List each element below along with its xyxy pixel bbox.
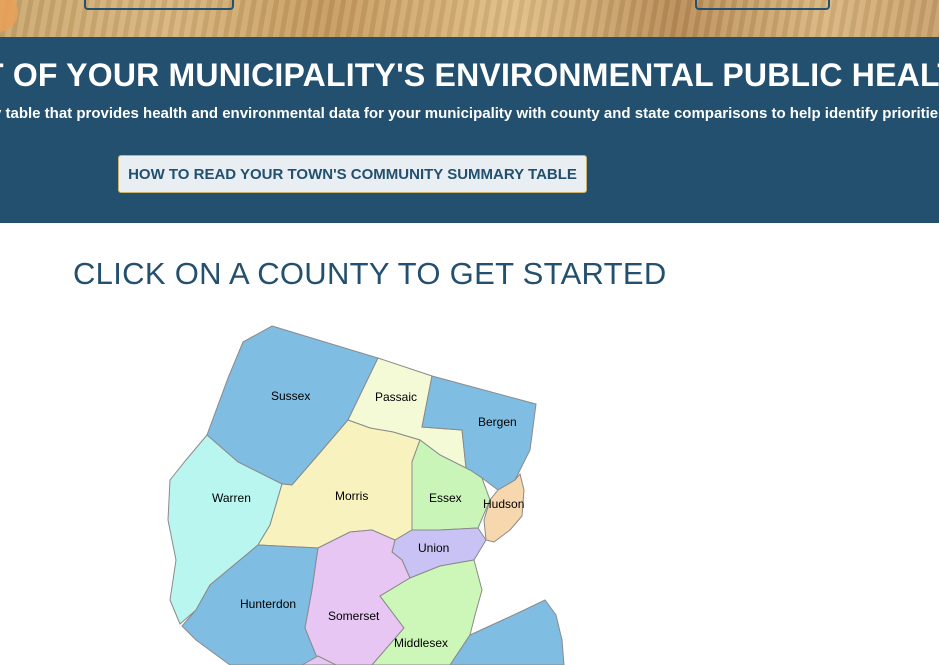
county-map: Sussex Passaic Bergen Warren Morris Esse… — [167, 325, 565, 665]
